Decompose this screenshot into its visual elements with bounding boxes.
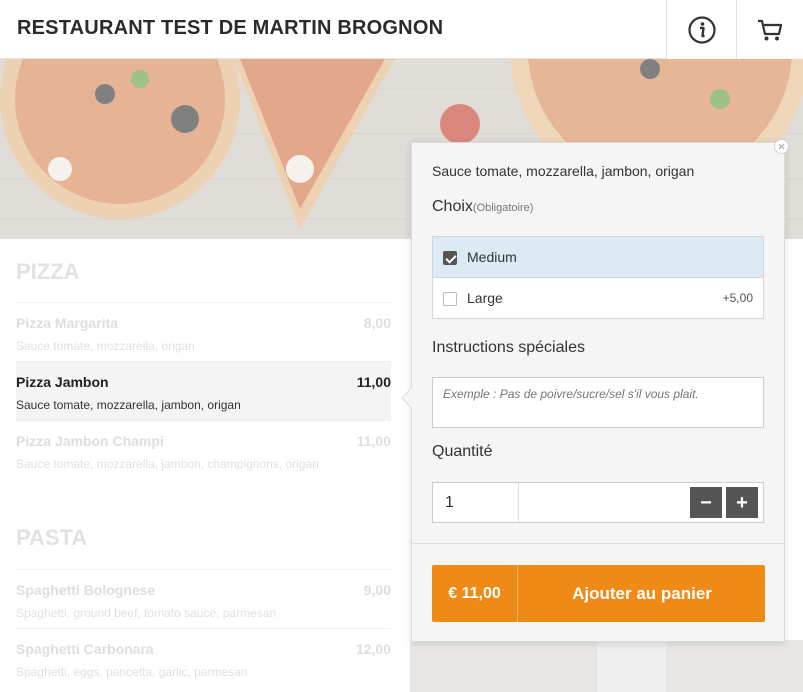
category-title-pasta: PASTA	[16, 525, 88, 550]
menu-item-price: 9,00	[363, 582, 391, 598]
quantity-input[interactable]	[433, 483, 519, 522]
option-extra-price: +5,00	[722, 291, 753, 305]
menu-item-description: Sauce tomate, mozzarella, origan	[16, 339, 195, 353]
menu-item-spaghetti-carbonara[interactable]: Spaghetti Carbonara 12,00 Spaghetti, egg…	[16, 628, 391, 687]
checkbox-unchecked[interactable]	[443, 292, 457, 306]
menu-item-pizza-jambon-champi[interactable]: Pizza Jambon Champi 11,00 Sauce tomate, …	[16, 420, 391, 479]
menu-item-name: Pizza Jambon	[16, 374, 109, 390]
menu-item-name: Pizza Jambon Champi	[16, 433, 164, 449]
menu-item-pizza-margarita[interactable]: Pizza Margarita 8,00 Sauce tomate, mozza…	[16, 302, 391, 361]
choice-label: Choix	[432, 198, 473, 215]
menu-item-price: 8,00	[363, 315, 391, 331]
info-button[interactable]	[666, 0, 736, 59]
total-price: € 11,00	[432, 565, 518, 622]
close-icon	[778, 143, 785, 150]
app-header: RESTAURANT TEST DE MARTIN BROGNON	[0, 0, 803, 692]
option-label: Large	[467, 290, 503, 306]
info-icon	[687, 15, 716, 44]
instructions-field[interactable]	[432, 377, 764, 428]
menu-item-price: 11,00	[356, 374, 391, 390]
item-options-popup: Sauce tomate, mozzarella, jambon, origan…	[401, 139, 789, 642]
menu-item-pizza-jambon[interactable]: Pizza Jambon 11,00 Sauce tomate, mozzare…	[16, 361, 391, 420]
restaurant-title: RESTAURANT TEST DE MARTIN BROGNON	[17, 17, 444, 39]
menu-item-price: 11,00	[356, 433, 391, 449]
choice-required-note: (Obligatoire)	[472, 202, 534, 214]
menu-item-price: 12,00	[355, 641, 391, 657]
menu-item-description: Sauce tomate, mozzarella, jambon, champi…	[16, 457, 319, 471]
popup-divider	[412, 543, 784, 544]
close-button[interactable]	[774, 139, 789, 154]
cart-button[interactable]	[736, 0, 803, 59]
menu-item-name: Spaghetti Bolognese	[16, 582, 156, 598]
checkbox-checked[interactable]	[443, 251, 457, 265]
menu-item-name: Pizza Margarita	[16, 315, 118, 331]
choice-options: Medium Large +5,00	[432, 236, 764, 319]
menu-item-description: Spaghetti, eggs, pancetta, garlic, parme…	[16, 665, 248, 679]
category-title-pizza: PIZZA	[16, 259, 80, 284]
add-to-cart-label: Ajouter au panier	[572, 583, 712, 603]
menu-item-name: Spaghetti Carbonara	[16, 641, 154, 657]
quantity-label: Quantité	[432, 443, 493, 460]
menu-item-spaghetti-bolognese[interactable]: Spaghetti Bolognese 9,00 Spaghetti, grou…	[16, 569, 391, 628]
decrease-quantity-button[interactable]: −	[690, 487, 722, 518]
option-label: Medium	[467, 249, 517, 265]
item-description: Sauce tomate, mozzarella, jambon, origan	[432, 163, 695, 179]
menu-item-description: Sauce tomate, mozzarella, jambon, origan	[16, 398, 241, 412]
cart-icon	[758, 19, 783, 40]
menu-item-description: Spaghetti, ground beef, tomato sauce, pa…	[16, 606, 277, 620]
option-large[interactable]: Large +5,00	[433, 278, 763, 319]
quantity-stepper: − +	[432, 482, 764, 523]
increase-quantity-button[interactable]: +	[726, 487, 758, 518]
option-medium[interactable]: Medium	[433, 237, 763, 278]
choice-heading: Choix(Obligatoire)	[432, 198, 533, 216]
menu-list: PIZZA Pizza Margarita 8,00 Sauce tomate,…	[0, 239, 410, 692]
add-to-cart-button[interactable]: € 11,00 Ajouter au panier	[432, 565, 765, 622]
instructions-label: Instructions spéciales	[432, 339, 585, 356]
